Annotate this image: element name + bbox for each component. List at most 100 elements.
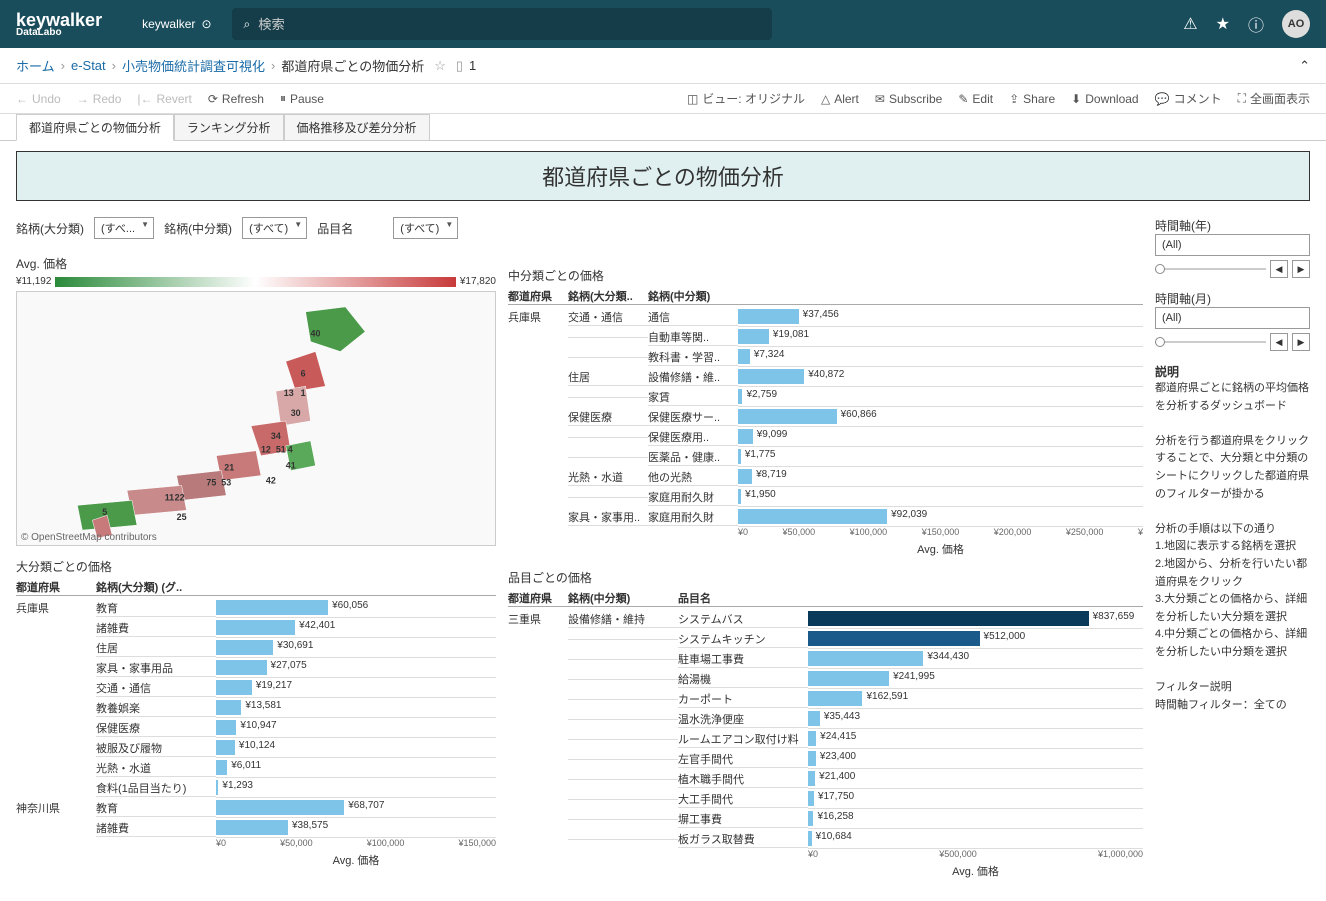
fullscreen-button[interactable]: ⛶ 全画面表示	[1238, 90, 1310, 107]
bar-row[interactable]: 保健医療用..¥9,099	[508, 427, 1143, 447]
filter1-label: 銘柄(大分類)	[16, 220, 84, 237]
warning-icon[interactable]: ⚠	[1183, 14, 1197, 34]
bar-row[interactable]: 板ガラス取替費¥10,684	[508, 829, 1143, 849]
bar-row[interactable]: 家賃¥2,759	[508, 387, 1143, 407]
breadcrumb: ホーム› e-Stat› 小売物価統計調査可視化› 都道府県ごとの物価分析 ☆ …	[0, 48, 1326, 84]
download-button[interactable]: ⬇ Download	[1071, 92, 1138, 106]
bar-row[interactable]: 光熱・水道他の光熱¥8,719	[508, 467, 1143, 487]
bar-row[interactable]: 保健医療保健医療サー..¥60,866	[508, 407, 1143, 427]
month-filter-input[interactable]: (All)	[1155, 307, 1310, 329]
bar-row[interactable]: 食料(1品目当たり)¥1,293	[16, 778, 496, 798]
filter2-select[interactable]: (すべて)	[242, 217, 307, 239]
bar-row[interactable]: 医薬品・健康..¥1,775	[508, 447, 1143, 467]
bar-row[interactable]: 家具・家事用品¥27,075	[16, 658, 496, 678]
bar-row[interactable]: 交通・通信¥19,217	[16, 678, 496, 698]
color-legend	[55, 277, 455, 287]
axis-label: Avg. 価格	[508, 541, 1143, 557]
desc-s4: 4.中分類ごとの価格から、詳細を分析したい中分類を選択	[1155, 626, 1310, 661]
filter1-select[interactable]: (すべ...	[94, 217, 154, 239]
bar-row[interactable]: 住居設備修繕・維..¥40,872	[508, 367, 1143, 387]
pause-button[interactable]: ⏸ Pause	[280, 91, 324, 106]
bar-row[interactable]: 給湯機¥241,995	[508, 669, 1143, 689]
search-input[interactable]	[258, 17, 759, 32]
bar-row[interactable]: 大工手間代¥17,750	[508, 789, 1143, 809]
axis-tick: ¥150,000	[922, 527, 960, 537]
month-next-button[interactable]: ▶	[1292, 333, 1310, 351]
star-icon[interactable]: ★	[1216, 14, 1230, 34]
bar-row[interactable]: 家具・家事用..家庭用耐久財¥92,039	[508, 507, 1143, 527]
bar-row[interactable]: システムキッチン¥512,000	[508, 629, 1143, 649]
svg-text:30: 30	[291, 408, 301, 418]
bar-row[interactable]: 神奈川県教育¥68,707	[16, 798, 496, 818]
edit-button[interactable]: ✎ Edit	[958, 92, 993, 106]
share-button[interactable]: ⇪ Share	[1009, 92, 1055, 106]
year-filter-input[interactable]: (All)	[1155, 234, 1310, 256]
axis-tick: ¥50,000	[783, 527, 816, 537]
bar-row[interactable]: 住居¥30,691	[16, 638, 496, 658]
month-prev-button[interactable]: ◀	[1270, 333, 1288, 351]
large-category-chart[interactable]: 大分類ごとの価格都道府県銘柄(大分類) (グ..兵庫県教育¥60,056諸雑費¥…	[16, 558, 496, 868]
item-chart[interactable]: 品目ごとの価格都道府県銘柄(中分類)品目名三重県設備修繕・維持システムバス¥83…	[508, 569, 1143, 879]
bar-row[interactable]: ルームエアコン取付け料¥24,415	[508, 729, 1143, 749]
refresh-button[interactable]: ⟳ Refresh	[208, 92, 264, 106]
view-tabs: 都道府県ごとの物価分析 ランキング分析 価格推移及び差分分析	[0, 114, 1326, 141]
year-next-button[interactable]: ▶	[1292, 260, 1310, 278]
bar-row[interactable]: 家庭用耐久財¥1,950	[508, 487, 1143, 507]
bar-row[interactable]: 三重県設備修繕・維持システムバス¥837,659	[508, 609, 1143, 629]
favorite-icon[interactable]: ☆	[434, 58, 446, 74]
collapse-icon[interactable]: ⌃	[1299, 58, 1310, 73]
breadcrumb-workbook[interactable]: 小売物価統計調査可視化	[122, 56, 265, 75]
doc-icon[interactable]: ▯	[456, 58, 463, 74]
bar-row[interactable]: 兵庫県教育¥60,056	[16, 598, 496, 618]
tab-trend[interactable]: 価格推移及び差分分析	[284, 114, 430, 140]
bar-row[interactable]: 左官手間代¥23,400	[508, 749, 1143, 769]
svg-text:51: 51	[276, 445, 286, 455]
bar-row[interactable]: 温水洗浄便座¥35,443	[508, 709, 1143, 729]
view-selector[interactable]: ◫ ビュー: オリジナル	[687, 90, 805, 107]
svg-text:75: 75	[206, 477, 216, 487]
tab-ranking[interactable]: ランキング分析	[174, 114, 284, 140]
bar-row[interactable]: 植木職手間代¥21,400	[508, 769, 1143, 789]
search-box[interactable]: ⌕	[232, 8, 772, 40]
mid-category-chart[interactable]: 中分類ごとの価格都道府県銘柄(大分類..銘柄(中分類)兵庫県交通・通信通信¥37…	[508, 267, 1143, 557]
bar-row[interactable]: 諸雑費¥38,575	[16, 818, 496, 838]
year-prev-button[interactable]: ◀	[1270, 260, 1288, 278]
undo-button[interactable]: ← Undo	[16, 92, 61, 106]
subscribe-button[interactable]: ✉ Subscribe	[875, 92, 942, 106]
legend-max: ¥17,820	[460, 276, 496, 287]
month-slider[interactable]: ◀ ▶	[1155, 333, 1310, 351]
japan-map[interactable]: 40 6 131 30 34 12514 2141 755342 1122 5 …	[16, 291, 496, 546]
alert-button[interactable]: △ Alert	[821, 92, 859, 106]
desc-s3: 3.大分類ごとの価格から、詳細を分析したい大分類を選択	[1155, 591, 1310, 626]
bar-row[interactable]: 兵庫県交通・通信通信¥37,456	[508, 307, 1143, 327]
filter3-select[interactable]: (すべて)	[393, 217, 458, 239]
bar-row[interactable]: 保健医療¥10,947	[16, 718, 496, 738]
axis-tick: ¥200,000	[994, 527, 1032, 537]
axis-tick: ¥100,000	[367, 838, 405, 848]
bar-row[interactable]: 教科書・学習..¥7,324	[508, 347, 1143, 367]
tab-prefecture[interactable]: 都道府県ごとの物価分析	[16, 114, 174, 141]
bar-row[interactable]: 諸雑費¥42,401	[16, 618, 496, 638]
bar-row[interactable]: 被服及び履物¥10,124	[16, 738, 496, 758]
site-dropdown[interactable]: keywalker⊙	[142, 17, 211, 31]
breadcrumb-estat[interactable]: e-Stat	[71, 58, 106, 73]
avatar[interactable]: AO	[1282, 10, 1310, 38]
revert-button[interactable]: |← Revert	[137, 92, 191, 106]
comment-button[interactable]: 💬 コメント	[1155, 90, 1222, 107]
column-header: 銘柄(中分類)	[568, 590, 678, 606]
bar-row[interactable]: 自動車等関..¥19,081	[508, 327, 1143, 347]
bar-row[interactable]: カーポート¥162,591	[508, 689, 1143, 709]
bar-row[interactable]: 駐車場工事費¥344,430	[508, 649, 1143, 669]
info-icon[interactable]: ⓘ	[1248, 12, 1264, 36]
bar-row[interactable]: 光熱・水道¥6,011	[16, 758, 496, 778]
bar-row[interactable]: 塀工事費¥16,258	[508, 809, 1143, 829]
svg-text:21: 21	[224, 463, 234, 473]
filter2-label: 銘柄(中分類)	[164, 220, 232, 237]
desc-filter: 時間軸フィルター：全ての	[1155, 697, 1310, 715]
redo-button[interactable]: → Redo	[77, 92, 122, 106]
bar-row[interactable]: 教養娯楽¥13,581	[16, 698, 496, 718]
year-slider[interactable]: ◀ ▶	[1155, 260, 1310, 278]
axis-tick: ¥50,000	[280, 838, 313, 848]
breadcrumb-home[interactable]: ホーム	[16, 56, 55, 75]
desc-p3: 分析の手順は以下の通り	[1155, 521, 1310, 539]
